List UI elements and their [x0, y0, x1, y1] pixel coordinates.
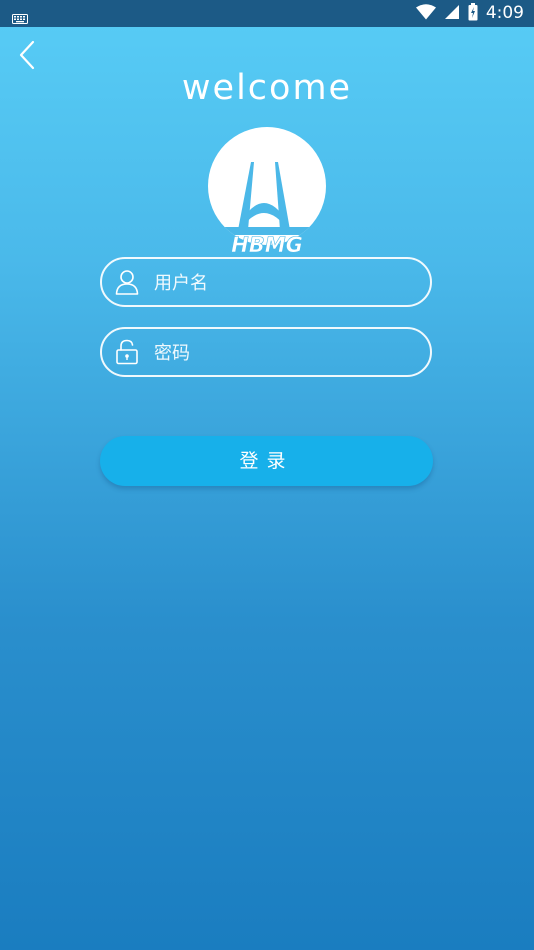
lock-icon — [114, 339, 140, 365]
password-field[interactable]: 密码 — [100, 327, 432, 377]
keyboard-icon — [12, 9, 28, 28]
signal-icon — [444, 4, 460, 24]
username-placeholder: 用户名 — [154, 273, 208, 294]
login-button[interactable]: 登录 — [100, 436, 433, 486]
password-placeholder: 密码 — [154, 343, 190, 364]
logo-text: HBMG — [231, 233, 303, 256]
status-bar: 4:09 — [0, 0, 534, 27]
status-time: 4:09 — [485, 3, 524, 23]
welcome-title: welcome — [181, 68, 353, 108]
wifi-icon — [415, 3, 436, 24]
username-field[interactable]: 用户名 — [100, 257, 432, 307]
user-icon — [114, 269, 140, 295]
hbmg-logo: HBMG — [204, 124, 330, 257]
battery-icon — [468, 2, 478, 25]
